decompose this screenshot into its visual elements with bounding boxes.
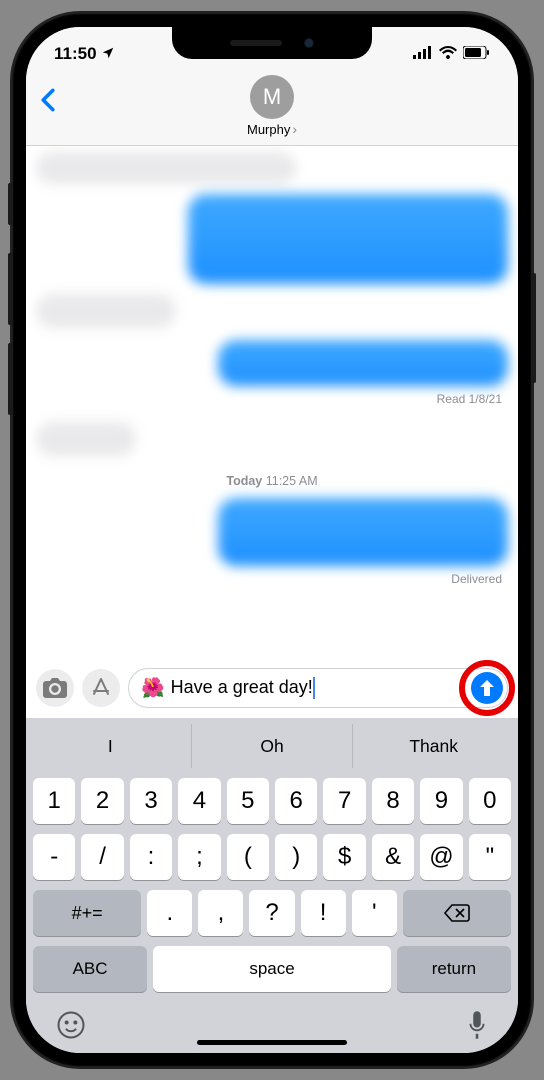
outgoing-message[interactable]	[218, 340, 508, 386]
home-indicator[interactable]	[197, 1040, 347, 1045]
key[interactable]: 1	[33, 778, 75, 824]
key[interactable]: !	[301, 890, 346, 936]
key[interactable]: 0	[469, 778, 511, 824]
key[interactable]: 5	[227, 778, 269, 824]
key[interactable]: 9	[420, 778, 462, 824]
key[interactable]: $	[323, 834, 365, 880]
key[interactable]: "	[469, 834, 511, 880]
key-row-4: ABC space return	[30, 946, 514, 992]
camera-button[interactable]	[36, 669, 74, 707]
symbols-key[interactable]: #+=	[33, 890, 141, 936]
key[interactable]: (	[227, 834, 269, 880]
back-button[interactable]	[40, 85, 56, 117]
predictive-bar: I Oh Thank	[30, 724, 514, 768]
key[interactable]: @	[420, 834, 462, 880]
key[interactable]: ;	[178, 834, 220, 880]
screen: 11:50 M	[26, 27, 518, 1053]
key[interactable]: 6	[275, 778, 317, 824]
read-receipt: Read 1/8/21	[437, 392, 508, 406]
message-text: Have a great day!	[171, 677, 465, 699]
key[interactable]: :	[130, 834, 172, 880]
contact-name-row[interactable]: Murphy ›	[247, 121, 297, 137]
wifi-icon	[439, 44, 457, 64]
chevron-right-icon: ›	[292, 121, 297, 137]
key[interactable]: )	[275, 834, 317, 880]
status-time: 11:50	[54, 44, 97, 64]
key[interactable]: ,	[198, 890, 243, 936]
send-button[interactable]	[471, 672, 503, 704]
prediction[interactable]: Oh	[192, 724, 354, 768]
keyboard: I Oh Thank 1 2 3 4 5 6 7 8 9 0 - / : ;	[26, 718, 518, 1053]
outgoing-message[interactable]	[188, 194, 508, 284]
app-store-button[interactable]	[82, 669, 120, 707]
key[interactable]: ?	[249, 890, 294, 936]
key[interactable]: &	[372, 834, 414, 880]
abc-key[interactable]: ABC	[33, 946, 147, 992]
incoming-message[interactable]	[36, 422, 136, 456]
space-key[interactable]: space	[153, 946, 391, 992]
key[interactable]: 2	[81, 778, 123, 824]
key[interactable]: 7	[323, 778, 365, 824]
battery-icon	[463, 44, 490, 64]
emoji-keyboard-icon[interactable]	[56, 1010, 86, 1045]
key[interactable]: 4	[178, 778, 220, 824]
key[interactable]: 3	[130, 778, 172, 824]
outgoing-message[interactable]	[218, 498, 508, 566]
signal-icon	[413, 44, 433, 64]
prediction[interactable]: Thank	[353, 724, 514, 768]
delivered-receipt: Delivered	[451, 572, 508, 586]
key-row-3: #+= . , ? ! '	[30, 890, 514, 936]
key[interactable]: .	[147, 890, 192, 936]
backspace-key[interactable]	[403, 890, 511, 936]
dictation-icon[interactable]	[466, 1010, 488, 1045]
key[interactable]: '	[352, 890, 397, 936]
key[interactable]: -	[33, 834, 75, 880]
key[interactable]: /	[81, 834, 123, 880]
return-key[interactable]: return	[397, 946, 511, 992]
messages-scroll[interactable]: Read 1/8/21 Today 11:25 AM Delivered	[26, 146, 518, 660]
notch	[172, 27, 372, 59]
message-input[interactable]: 🌺 Have a great day!	[128, 668, 508, 708]
incoming-message[interactable]	[36, 152, 296, 184]
input-dock: 🌺 Have a great day!	[26, 660, 518, 718]
contact-name: Murphy	[247, 122, 290, 137]
timestamp: Today 11:25 AM	[226, 474, 317, 488]
prediction[interactable]: I	[30, 724, 192, 768]
key[interactable]: 8	[372, 778, 414, 824]
iphone-frame: 11:50 M	[12, 13, 532, 1067]
key-row-2: - / : ; ( ) $ & @ "	[30, 834, 514, 880]
contact-avatar[interactable]: M	[250, 75, 294, 119]
location-icon	[101, 46, 115, 63]
key-row-1: 1 2 3 4 5 6 7 8 9 0	[30, 778, 514, 824]
incoming-message[interactable]	[36, 294, 176, 328]
nav-header: M Murphy ›	[26, 71, 518, 146]
inline-emoji: 🌺	[141, 676, 165, 700]
